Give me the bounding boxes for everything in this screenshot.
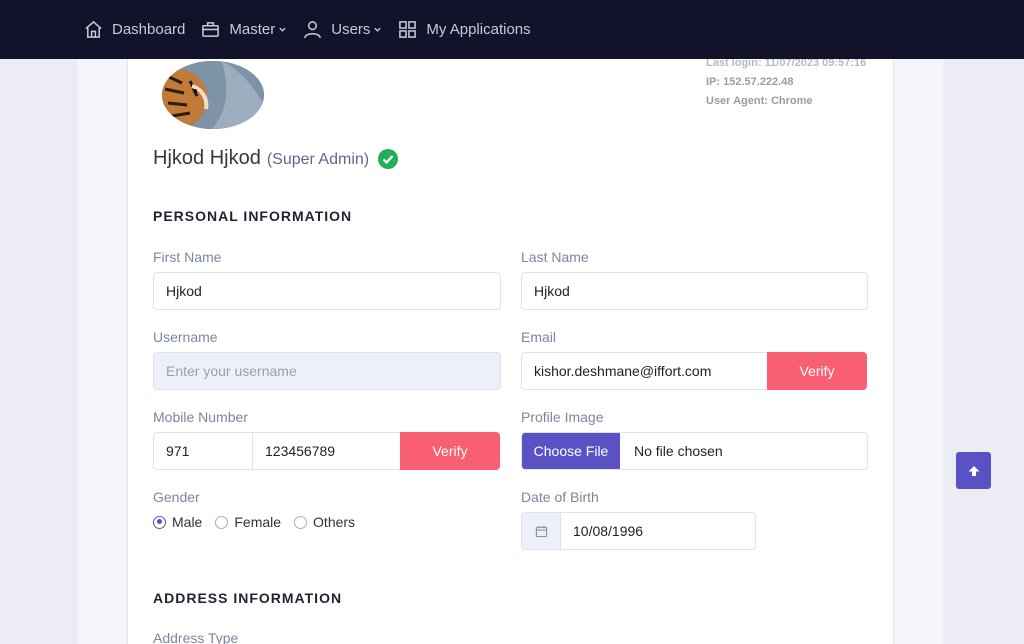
dob-input[interactable]: 10/08/1996 [560,512,756,550]
scroll-to-top-button[interactable] [956,452,991,489]
country-code-input[interactable]: 971 [153,432,253,470]
username-label: Username [153,329,218,345]
gender-radio-group: Male Female Others [153,514,368,530]
ip-text: IP: 152.57.222.48 [706,76,794,88]
dob-calendar-addon[interactable] [521,512,561,550]
mobile-verify-button[interactable]: Verify [400,432,500,470]
tiger-avatar-image [162,61,264,129]
user-agent-text: User Agent: Chrome [706,95,813,107]
nav-my-applications[interactable]: My Applications [398,0,531,59]
mobile-number-input[interactable]: 123456789 [252,432,402,470]
mobile-number-label: Mobile Number [153,409,248,425]
last-name-input[interactable]: Hjkod [521,272,868,310]
gender-label: Gender [153,489,200,505]
email-label: Email [521,329,557,345]
nav-dashboard[interactable]: Dashboard [84,0,185,59]
gender-option-label: Others [313,514,356,530]
nav-master[interactable]: Master [201,0,287,59]
dob-label: Date of Birth [521,489,599,505]
nav-users[interactable]: Users [303,0,382,59]
top-navbar: Dashboard Master Users My Applications [0,0,1024,59]
chevron-down-icon [374,27,382,32]
grid-icon [399,21,417,38]
no-file-text: No file chosen [634,443,723,459]
first-name-label: First Name [153,249,222,265]
nav-users-label: Users [331,21,371,38]
email-verify-button[interactable]: Verify [767,352,867,390]
radio-dot [294,515,308,529]
nav-dashboard-label: Dashboard [112,21,186,38]
calendar-icon [535,525,548,537]
briefcase-icon [202,22,220,37]
gender-option-label: Female [234,514,282,530]
gender-radio-male[interactable]: Male [153,514,202,530]
profile-name: Hjkod Hjkod [153,147,261,169]
verified-check-icon [378,148,399,169]
personal-info-heading: PERSONAL INFORMATION [153,208,353,224]
nav-master-label: Master [229,21,276,38]
email-input[interactable]: kishor.deshmane@iffort.com [521,352,771,390]
profile-role: (Super Admin) [266,151,370,168]
home-icon [85,20,102,38]
chevron-down-icon [279,27,286,32]
address-type-label: Address Type [153,630,239,644]
session-info: Last login: 11/07/2023 09:57:16 IP: 152.… [706,54,866,111]
address-info-heading: ADDRESS INFORMATION [153,590,343,606]
gender-radio-female[interactable]: Female [215,514,281,530]
choose-file-button[interactable]: Choose File [522,433,620,469]
radio-dot-selected [153,515,166,529]
arrow-up-icon [968,465,979,476]
profile-name-row: Hjkod Hjkod (Super Admin) [153,147,399,170]
gender-option-label: Male [172,514,203,530]
nav-my-applications-label: My Applications [426,21,531,38]
gender-radio-others[interactable]: Others [294,514,355,530]
radio-dot [215,515,229,529]
last-name-label: Last Name [521,249,589,265]
profile-avatar [162,61,264,129]
profile-image-label: Profile Image [521,409,604,425]
user-icon [304,21,322,39]
username-input[interactable]: Enter your username [153,352,501,390]
first-name-input[interactable]: Hjkod [153,272,501,310]
